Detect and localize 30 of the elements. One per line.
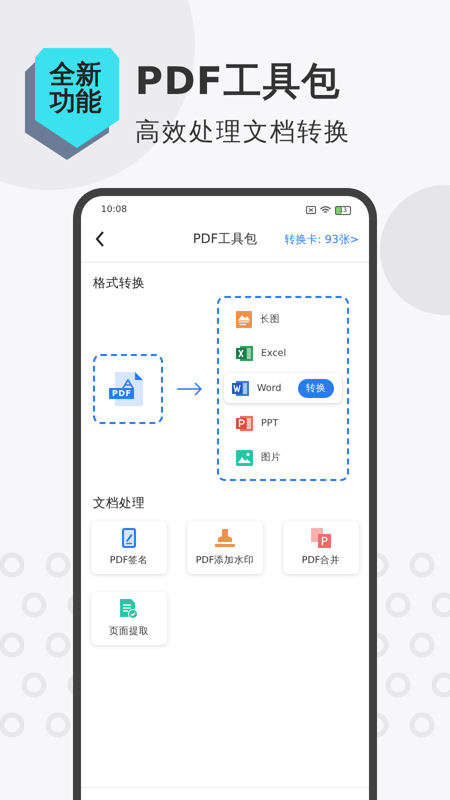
arrow-icon	[177, 382, 203, 396]
merge-pages-icon	[311, 528, 331, 548]
tool-card[interactable]: PDF合并	[283, 521, 359, 574]
status-time: 10:08	[101, 205, 127, 215]
tool-card[interactable]: PDF添加水印	[187, 521, 263, 574]
tablet-pen-icon	[122, 528, 136, 548]
sim-icon	[306, 206, 316, 214]
format-option[interactable]: 长图	[224, 304, 342, 334]
long-image-icon	[236, 310, 252, 328]
promo-subtitle: 高效处理文档转换	[135, 116, 351, 148]
wifi-icon	[320, 206, 332, 214]
screen-title: PDF工具包	[192, 231, 258, 248]
excel-icon	[236, 345, 253, 362]
picture-icon	[236, 450, 253, 466]
back-icon[interactable]	[95, 231, 105, 247]
page-check-icon	[120, 599, 138, 619]
tool-card[interactable]: PDF签名	[91, 521, 167, 574]
tool-card[interactable]: 页面提取	[91, 592, 167, 645]
section-heading: 格式转换	[93, 275, 146, 292]
convert-button[interactable]: 转换	[298, 378, 334, 398]
ppt-icon	[236, 414, 253, 432]
format-option[interactable]: PPT	[224, 408, 342, 438]
promo-title: PDF工具包	[135, 58, 342, 105]
format-option[interactable]: Excel	[224, 338, 342, 369]
conversion-card-link[interactable]: 转换卡: 93张>	[284, 232, 359, 246]
word-icon	[232, 380, 249, 397]
stamp-icon	[214, 528, 236, 548]
format-option[interactable]: 图片	[224, 442, 342, 473]
format-option[interactable]: Word 转换	[224, 373, 342, 404]
section-heading: 文档处理	[93, 495, 146, 512]
